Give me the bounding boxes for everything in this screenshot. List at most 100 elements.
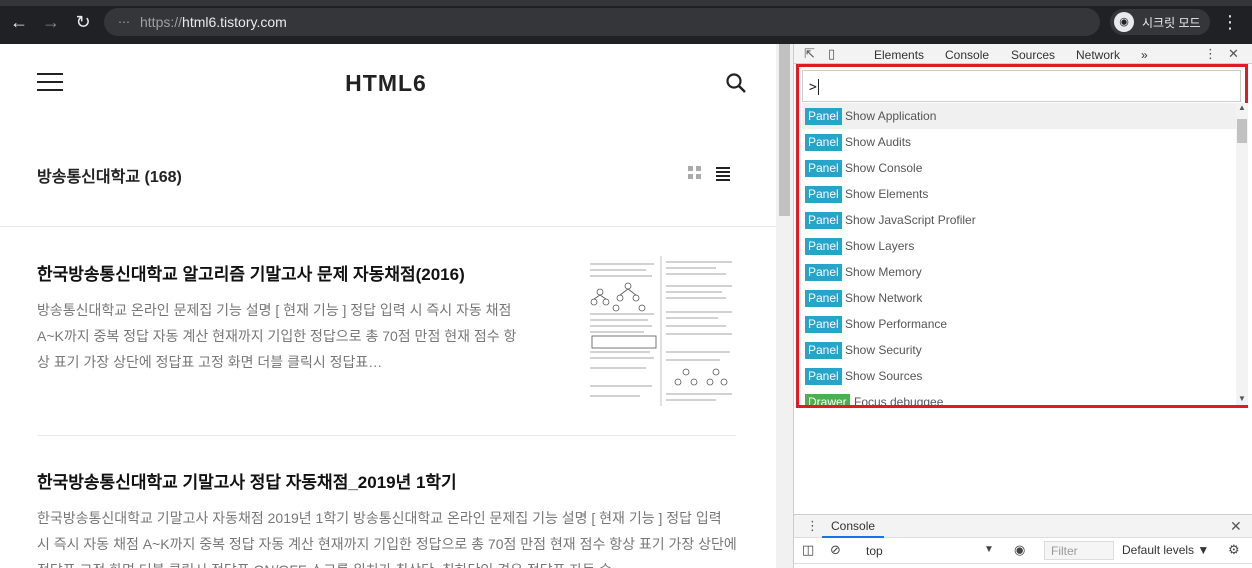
forward-arrow-icon[interactable]: → <box>40 11 62 33</box>
reload-icon[interactable]: ↻ <box>72 11 94 33</box>
back-arrow-icon[interactable]: ← <box>8 11 30 33</box>
devtools-tabbar: ⇱ ▯ Elements Console Sources Network » ⋮… <box>794 44 1252 64</box>
command-category-badge: Drawer <box>805 394 850 405</box>
command-menu: > Panel Show Application Panel Show Audits P… <box>796 64 1248 408</box>
incognito-indicator[interactable]: ◉ 시크릿 모드 <box>1110 9 1210 35</box>
context-selector[interactable]: top <box>866 544 883 558</box>
command-item[interactable]: Panel Show Network <box>802 285 1236 311</box>
gear-icon[interactable]: ⚙ <box>1228 542 1240 558</box>
post-excerpt: 한국방송통신대학교 기말고사 자동채점 2019년 1학기 방송통신대학교 온라… <box>37 510 737 568</box>
scroll-up-arrow-icon[interactable]: ▲ <box>1238 103 1246 112</box>
post-title[interactable]: 한국방송통신대학교 알고리즘 기말고사 문제 자동채점(2016) <box>37 260 517 285</box>
command-label: Show Audits <box>845 135 912 149</box>
command-category-badge: Panel <box>805 368 842 385</box>
console-toolbar: ◫ ⊘ top ▼ ◉ Filter Default levels ▼ ⚙ <box>794 538 1252 564</box>
command-label: Show Elements <box>845 187 929 201</box>
command-category-badge: Panel <box>805 134 842 151</box>
grid-view-icon[interactable] <box>688 166 702 180</box>
drawer-tab-console[interactable]: Console <box>822 515 885 538</box>
devtools-menu-icon[interactable]: ⋮ <box>1204 46 1217 62</box>
tab-sources[interactable]: Sources <box>1011 48 1055 62</box>
category-title: 방송통신대학교 (168) <box>37 169 182 186</box>
tab-elements[interactable]: Elements <box>874 48 924 62</box>
command-label: Show Memory <box>845 265 922 279</box>
command-item[interactable]: Panel Show Audits <box>802 129 1236 155</box>
command-item[interactable]: Panel Show Sources <box>802 363 1236 389</box>
browser-menu-icon[interactable]: ⋮ <box>1220 11 1240 33</box>
page-content: HTML6 방송통신대학교 (168) 한국방송통신대학교 알고리즘 기말고사 … <box>0 44 776 568</box>
command-label: Show Network <box>845 291 923 305</box>
command-item[interactable]: Panel Show Security <box>802 337 1236 363</box>
command-input-value: > <box>809 80 817 95</box>
command-label: Show Performance <box>845 317 948 331</box>
command-item[interactable]: Panel Show Elements <box>802 181 1236 207</box>
console-filter-input[interactable]: Filter <box>1044 541 1114 560</box>
command-category-badge: Panel <box>805 160 842 177</box>
search-icon[interactable] <box>725 72 747 94</box>
close-drawer-icon[interactable]: ✕ <box>1230 518 1242 535</box>
command-list: Panel Show Application Panel Show Audits Pan… <box>802 103 1236 405</box>
clear-console-icon[interactable]: ⊘ <box>830 542 841 558</box>
page-scrollbar-thumb[interactable] <box>779 44 790 216</box>
url-host: html6.tistory.com <box>182 14 287 30</box>
post-item[interactable]: 한국방송통신대학교 알고리즘 기말고사 문제 자동채점(2016) 방송통신대학… <box>37 260 517 375</box>
close-devtools-icon[interactable]: ✕ <box>1228 46 1239 62</box>
chevron-down-icon[interactable]: ▼ <box>984 544 994 555</box>
inspect-element-icon[interactable]: ⇱ <box>804 46 815 62</box>
tab-console[interactable]: Console <box>945 48 989 62</box>
command-item[interactable]: Panel Show Console <box>802 155 1236 181</box>
command-category-badge: Panel <box>805 238 842 255</box>
command-label: Show Application <box>845 109 937 123</box>
command-label: Show Sources <box>845 369 923 383</box>
command-item[interactable]: Panel Show Layers <box>802 233 1236 259</box>
text-caret <box>818 79 819 95</box>
list-view-icon[interactable] <box>716 167 730 181</box>
command-item[interactable]: Panel Show Application <box>802 103 1236 129</box>
site-title[interactable]: HTML6 <box>0 70 772 97</box>
url-text[interactable]: https://html6.tistory.com <box>140 14 287 30</box>
tab-strip-edge <box>0 0 1252 6</box>
incognito-icon: ◉ <box>1114 12 1134 32</box>
drawer-menu-icon[interactable]: ⋮ <box>806 518 819 534</box>
post-thumbnail[interactable] <box>586 256 736 406</box>
command-category-badge: Panel <box>805 108 842 125</box>
command-category-badge: Panel <box>805 212 842 229</box>
command-list-scrollbar[interactable]: ▲ ▼ <box>1236 103 1248 405</box>
command-category-badge: Panel <box>805 342 842 359</box>
page-scrollbar[interactable] <box>776 44 793 568</box>
tab-network[interactable]: Network <box>1076 48 1120 62</box>
scroll-down-arrow-icon[interactable]: ▼ <box>1238 394 1246 403</box>
incognito-label: 시크릿 모드 <box>1142 16 1201 30</box>
command-item[interactable]: Panel Show Memory <box>802 259 1236 285</box>
sidebar-toggle-icon[interactable]: ◫ <box>802 542 814 558</box>
command-category-badge: Panel <box>805 264 842 281</box>
browser-toolbar: ← → ↻ ⋯ https://html6.tistory.com ◉ 시크릿 … <box>0 0 1252 44</box>
address-bar[interactable]: ⋯ https://html6.tistory.com <box>104 8 1100 36</box>
command-list-scrollbar-thumb[interactable] <box>1237 119 1247 143</box>
site-info-icon[interactable]: ⋯ <box>116 14 132 30</box>
devtools-panel: ⇱ ▯ Elements Console Sources Network » ⋮… <box>793 44 1252 568</box>
command-label: Focus debuggee <box>854 395 944 405</box>
command-category-badge: Panel <box>805 316 842 333</box>
command-category-badge: Panel <box>805 290 842 307</box>
command-label: Show Security <box>845 343 922 357</box>
drawer-tabbar: ⋮ Console ✕ <box>794 514 1252 538</box>
post-title[interactable]: 한국방송통신대학교 기말고사 정답 자동채점_2019년 1학기 <box>37 468 737 493</box>
command-category-badge: Panel <box>805 186 842 203</box>
more-tabs-button[interactable]: » <box>1141 48 1148 62</box>
post-item[interactable]: 한국방송통신대학교 기말고사 정답 자동채점_2019년 1학기 한국방송통신대… <box>37 468 737 568</box>
log-levels-dropdown[interactable]: Default levels ▼ <box>1122 543 1209 557</box>
post-excerpt: 방송통신대학교 온라인 문제집 기능 설명 [ 현재 기능 ] 정답 입력 시 … <box>37 302 517 370</box>
command-label: Show Console <box>845 161 923 175</box>
command-label: Show JavaScript Profiler <box>845 213 976 227</box>
command-menu-input[interactable]: > <box>802 70 1241 102</box>
command-item[interactable]: Panel Show Performance <box>802 311 1236 337</box>
device-toolbar-icon[interactable]: ▯ <box>828 46 835 62</box>
command-item[interactable]: Drawer Focus debuggee <box>802 389 1236 405</box>
command-item[interactable]: Panel Show JavaScript Profiler <box>802 207 1236 233</box>
divider <box>37 435 736 436</box>
eye-icon[interactable]: ◉ <box>1014 542 1025 558</box>
url-scheme: https:// <box>140 14 183 30</box>
command-label: Show Layers <box>845 239 915 253</box>
divider <box>0 226 776 227</box>
